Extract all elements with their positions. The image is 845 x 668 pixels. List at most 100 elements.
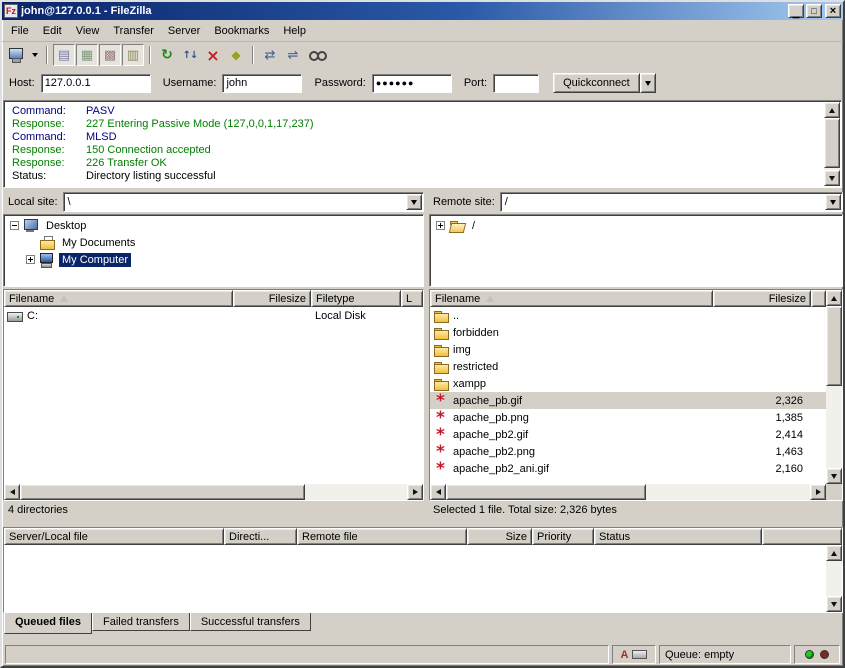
scrollbar-thumb[interactable] bbox=[826, 306, 842, 386]
close-button[interactable]: × bbox=[825, 4, 841, 18]
remote-file-row[interactable]: xampp bbox=[430, 375, 826, 392]
scrollbar-track[interactable] bbox=[20, 484, 407, 500]
tree-item[interactable]: My Computer bbox=[4, 251, 423, 268]
column-header-size[interactable]: Size bbox=[467, 528, 532, 545]
scroll-up-button[interactable] bbox=[826, 290, 842, 306]
combo-dropdown-button[interactable] bbox=[825, 194, 841, 210]
refresh-button[interactable] bbox=[156, 44, 178, 66]
scroll-right-button[interactable] bbox=[407, 484, 423, 500]
column-header-lastmodified[interactable]: L bbox=[401, 290, 423, 307]
host-input[interactable] bbox=[41, 74, 151, 93]
remote-file-row[interactable]: .. bbox=[430, 307, 826, 324]
minimize-button[interactable]: ▁ bbox=[788, 4, 804, 18]
remote-file-row[interactable]: apache_pb2_ani.gif 2,160 bbox=[430, 460, 826, 477]
remote-site-combo[interactable]: / bbox=[500, 192, 843, 212]
find-button[interactable] bbox=[305, 44, 327, 66]
scroll-up-button[interactable] bbox=[826, 545, 842, 561]
remote-file-row[interactable]: apache_pb2.gif 2,414 bbox=[430, 426, 826, 443]
scrollbar-thumb[interactable] bbox=[446, 484, 646, 500]
scrollbar-thumb[interactable] bbox=[824, 118, 840, 168]
remote-site-value: / bbox=[505, 196, 508, 208]
column-header-remote-file[interactable]: Remote file bbox=[297, 528, 467, 545]
column-header-priority[interactable]: Priority bbox=[532, 528, 594, 545]
scrollbar-thumb[interactable] bbox=[20, 484, 305, 500]
column-header-server-local-file[interactable]: Server/Local file bbox=[4, 528, 224, 545]
column-header-filesize[interactable]: Filesize bbox=[233, 290, 311, 307]
toggle-transfer-queue-button[interactable] bbox=[122, 44, 144, 66]
scroll-down-button[interactable] bbox=[824, 170, 840, 186]
menu-item[interactable]: View bbox=[69, 22, 107, 40]
scrollbar-track[interactable] bbox=[826, 306, 842, 468]
process-queue-button[interactable] bbox=[179, 44, 201, 66]
remote-vertical-scrollbar[interactable] bbox=[826, 290, 842, 484]
menu-item[interactable]: Help bbox=[276, 22, 313, 40]
scroll-left-button[interactable] bbox=[430, 484, 446, 500]
scrollbar-track[interactable] bbox=[826, 561, 842, 596]
local-site-combo[interactable]: \ bbox=[63, 192, 424, 212]
menu-item[interactable]: Transfer bbox=[106, 22, 161, 40]
toolbar-separator bbox=[149, 46, 151, 64]
queue-tab[interactable]: Failed transfers bbox=[92, 613, 190, 631]
username-input[interactable] bbox=[222, 74, 302, 93]
menu-item[interactable]: Server bbox=[161, 22, 207, 40]
menu-item[interactable]: Bookmarks bbox=[207, 22, 276, 40]
toggle-message-log-button[interactable] bbox=[53, 44, 75, 66]
menu-item[interactable]: File bbox=[4, 22, 36, 40]
column-header-filename[interactable]: Filename bbox=[430, 290, 713, 307]
site-manager-button[interactable] bbox=[5, 44, 27, 66]
password-input[interactable] bbox=[372, 74, 452, 93]
column-header-filesize[interactable]: Filesize bbox=[713, 290, 811, 307]
filter-button[interactable] bbox=[225, 44, 247, 66]
tree-item[interactable]: My Documents bbox=[4, 234, 423, 251]
scroll-up-button[interactable] bbox=[824, 102, 840, 118]
tree-expander[interactable] bbox=[436, 221, 445, 230]
quickconnect-button[interactable]: Quickconnect bbox=[553, 73, 640, 93]
local-file-row[interactable]: C: Local Disk bbox=[4, 307, 423, 324]
menu-item[interactable]: Edit bbox=[36, 22, 69, 40]
tree-item-label: / bbox=[469, 219, 478, 233]
queue-tab[interactable]: Queued files bbox=[4, 613, 92, 634]
log-scrollbar[interactable] bbox=[824, 102, 840, 186]
scroll-left-button[interactable] bbox=[4, 484, 20, 500]
directory-comparison-button[interactable] bbox=[259, 44, 281, 66]
port-input[interactable] bbox=[493, 74, 539, 93]
scrollbar-track[interactable] bbox=[446, 484, 810, 500]
quickconnect-dropdown[interactable] bbox=[640, 73, 656, 93]
column-header-status[interactable]: Status bbox=[594, 528, 762, 545]
tree-expander[interactable] bbox=[26, 255, 35, 264]
column-header-filename[interactable]: Filename bbox=[4, 290, 233, 307]
tree-item[interactable]: Desktop bbox=[4, 217, 423, 234]
local-site-row: Local site: \ bbox=[3, 192, 424, 212]
remote-horizontal-scrollbar[interactable] bbox=[430, 484, 826, 500]
tree-item-icon bbox=[449, 218, 466, 233]
remote-file-row[interactable]: img bbox=[430, 341, 826, 358]
column-header-direction[interactable]: Directi... bbox=[224, 528, 297, 545]
column-header-filetype[interactable]: Filetype bbox=[311, 290, 401, 307]
scrollbar-track[interactable] bbox=[824, 118, 840, 170]
synchronized-browsing-button[interactable] bbox=[282, 44, 304, 66]
scroll-down-button[interactable] bbox=[826, 468, 842, 484]
local-horizontal-scrollbar[interactable] bbox=[4, 484, 423, 500]
remote-file-row[interactable]: apache_pb2.png 1,463 bbox=[430, 443, 826, 460]
toggle-remote-tree-button[interactable] bbox=[99, 44, 121, 66]
site-manager-dropdown[interactable] bbox=[28, 44, 41, 66]
file-name: apache_pb.gif bbox=[453, 395, 522, 407]
toggle-local-tree-button[interactable] bbox=[76, 44, 98, 66]
scroll-down-button[interactable] bbox=[826, 596, 842, 612]
scroll-right-button[interactable] bbox=[810, 484, 826, 500]
titlebar[interactable]: Fz john@127.0.0.1 - FileZilla ▁ □ × bbox=[2, 2, 843, 20]
remote-file-row[interactable]: restricted bbox=[430, 358, 826, 375]
arrow-down-icon bbox=[831, 602, 837, 607]
remote-file-row[interactable]: forbidden bbox=[430, 324, 826, 341]
queue-tab[interactable]: Successful transfers bbox=[190, 613, 311, 631]
remote-file-row[interactable]: apache_pb.gif 2,326 bbox=[430, 392, 826, 409]
queue-scrollbar[interactable] bbox=[826, 545, 842, 612]
cancel-button[interactable] bbox=[202, 44, 224, 66]
tree-expander[interactable] bbox=[10, 221, 19, 230]
tree-item-label: My Computer bbox=[59, 253, 131, 267]
send-led-icon bbox=[820, 650, 829, 659]
remote-file-row[interactable]: apache_pb.png 1,385 bbox=[430, 409, 826, 426]
tree-item[interactable]: / bbox=[430, 217, 842, 234]
combo-dropdown-button[interactable] bbox=[406, 194, 422, 210]
maximize-button[interactable]: □ bbox=[806, 4, 822, 18]
